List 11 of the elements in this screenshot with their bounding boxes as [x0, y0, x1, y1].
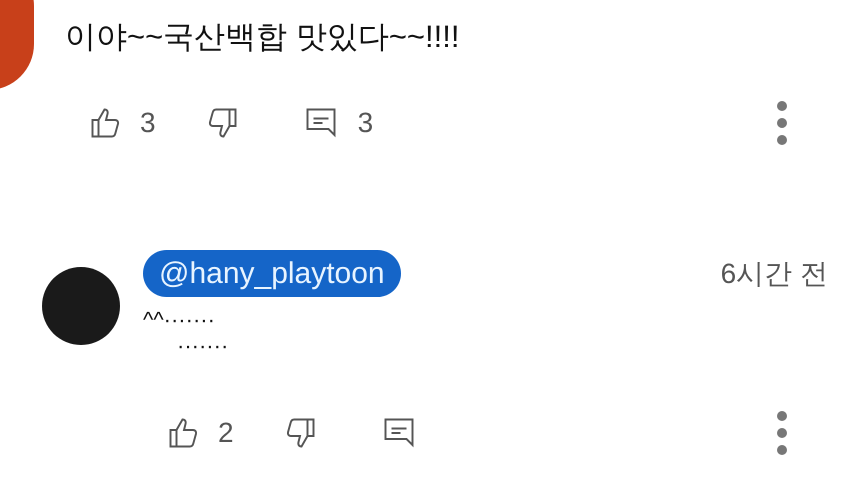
comment-text: 이야~~국산백합 맛있다~~!!!! — [65, 18, 460, 56]
like-button[interactable]: 2 — [166, 412, 234, 454]
more-icon — [776, 100, 788, 146]
comment-time: 6시간 전 — [720, 256, 828, 290]
mention-tag[interactable]: @hany_playtoon — [143, 250, 401, 297]
more-button[interactable] — [776, 410, 788, 456]
like-button[interactable]: 3 — [88, 102, 156, 144]
more-icon — [776, 410, 788, 456]
comment-text: ^^······· ······· — [143, 307, 230, 359]
more-button[interactable] — [776, 100, 788, 146]
reply-button[interactable]: 3 — [304, 102, 374, 144]
